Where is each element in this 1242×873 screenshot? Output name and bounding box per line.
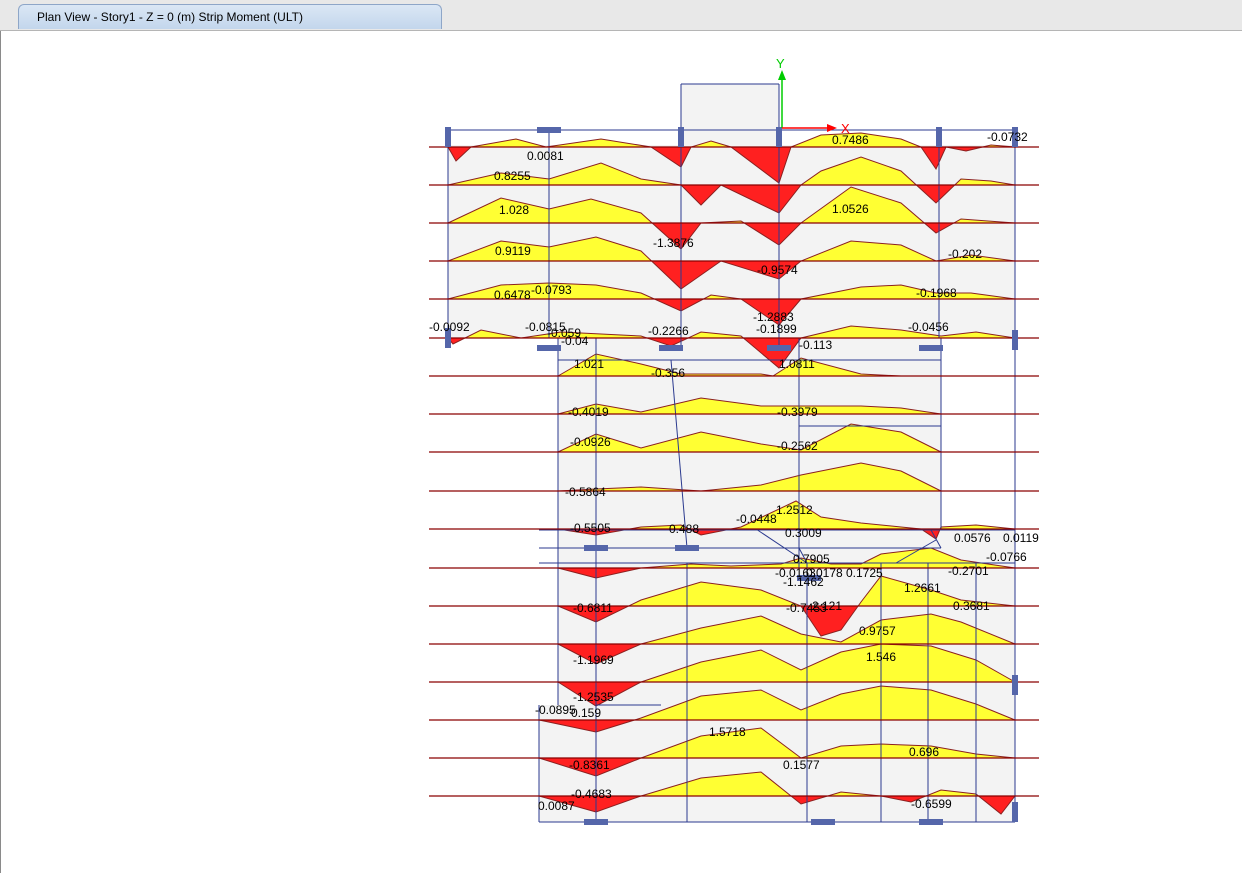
moment-value-label: 0.0087 [538, 799, 575, 813]
moment-value-label: 1.028 [499, 203, 529, 217]
moment-value-label: -1.3876 [653, 236, 694, 250]
moment-value-label: 1.5718 [709, 725, 746, 739]
moment-value-label: -1.1462 [783, 575, 824, 589]
tab-title: Plan View - Story1 - Z = 0 (m) Strip Mom… [37, 10, 303, 24]
y-axis-arrow [778, 70, 786, 80]
moment-value-label: -0.5505 [570, 521, 611, 535]
moment-value-label: -0.9574 [757, 263, 798, 277]
moment-value-label: 0.8255 [494, 169, 531, 183]
column [1012, 802, 1018, 822]
column [919, 819, 943, 825]
moment-value-label: -0.2701 [948, 564, 989, 578]
moment-value-label: 0.159 [571, 706, 601, 720]
column [936, 127, 942, 147]
moment-value-label: -0.6599 [911, 797, 952, 811]
moment-value-label: 0.0119 [1003, 531, 1039, 545]
strip-moment-diagram: YX 0.0081 0.7486 -0.0732 0.8255 1.028 1.0526 -… [429, 56, 1039, 825]
moment-value-label: -0.2266 [648, 324, 689, 338]
column [659, 345, 683, 351]
column [584, 819, 608, 825]
moment-value-label: 1.0811 [779, 357, 815, 371]
moment-value-label: 0.1577 [783, 758, 820, 772]
moment-value-label: -0.0766 [986, 550, 1027, 564]
moment-value-label: 0.6478 [494, 288, 531, 302]
moment-value-label: 0.3009 [785, 526, 822, 540]
column [537, 127, 561, 133]
moment-value-label: 0.696 [909, 745, 939, 759]
y-axis-label: Y [776, 56, 785, 71]
moment-value-label: -0.0732 [987, 130, 1028, 144]
column [767, 345, 791, 351]
x-axis-arrow [827, 124, 837, 132]
moment-value-label: 0.7905 [793, 552, 830, 566]
tab-bar: Plan View - Story1 - Z = 0 (m) Strip Mom… [0, 0, 1242, 31]
moment-value-label: -0.356 [651, 366, 685, 380]
coordinate-axes: YX [776, 56, 850, 136]
column [445, 127, 451, 147]
column [675, 545, 699, 551]
moment-value-label: 1.0526 [832, 202, 869, 216]
column [678, 127, 684, 147]
positive-moment-segment [881, 686, 931, 720]
moment-value-label: 0.0576 [954, 531, 991, 545]
moment-value-label: -0.8361 [569, 758, 610, 772]
column [919, 345, 943, 351]
column [584, 545, 608, 551]
moment-value-label: -0.0895 [535, 703, 576, 717]
moment-value-label: -0.113 [799, 338, 832, 352]
moment-value-label: -0.4683 [571, 787, 612, 801]
moment-value-label: -0.0092 [429, 320, 470, 334]
moment-value-label: -0.04 [561, 334, 589, 348]
moment-value-label: -0.0448 [736, 512, 777, 526]
moment-value-label: 0.0081 [527, 149, 564, 163]
moment-value-label: 1.021 [574, 357, 604, 371]
column [1012, 675, 1018, 695]
drawing-canvas[interactable]: YX 0.0081 0.7486 -0.0732 0.8255 1.028 1.0526 -… [0, 31, 1242, 873]
moment-value-label: -1.1969 [573, 653, 614, 667]
moment-value-label: -0.0793 [531, 283, 572, 297]
moment-value-label: 1.2512 [776, 503, 813, 517]
moment-value-label: -0.4019 [568, 405, 609, 419]
moment-value-label: -0.2562 [777, 439, 818, 453]
column [1012, 330, 1018, 350]
moment-value-label: -0.6811 [573, 601, 613, 615]
moment-value-label: 0.1725 [846, 566, 883, 580]
moment-value-label: 0.7486 [832, 133, 869, 147]
moment-value-label: -0.0926 [570, 435, 611, 449]
tab-plan-view[interactable]: Plan View - Story1 - Z = 0 (m) Strip Mom… [18, 4, 442, 29]
moment-value-label: -0.0456 [908, 320, 949, 334]
moment-value-label: 1.2661 [904, 581, 941, 595]
moment-value-label: 0.9757 [859, 624, 896, 638]
moment-value-label: 1.546 [866, 650, 896, 664]
moment-value-label: -0.1899 [756, 322, 797, 336]
moment-value-label: -0.5864 [565, 485, 606, 499]
moment-value-label: 0.9119 [495, 244, 531, 258]
moment-value-label: -0.3979 [777, 405, 818, 419]
column [537, 345, 561, 351]
moment-value-label: 0.488 [669, 522, 699, 536]
moment-value-label: 2.121 [812, 599, 842, 613]
moment-value-label: 0.3681 [953, 599, 990, 613]
moment-value-label: -1.2535 [573, 690, 614, 704]
column [811, 819, 835, 825]
moment-value-label: -0.1968 [916, 286, 957, 300]
moment-value-label: -0.202 [948, 247, 982, 261]
column [776, 127, 782, 147]
